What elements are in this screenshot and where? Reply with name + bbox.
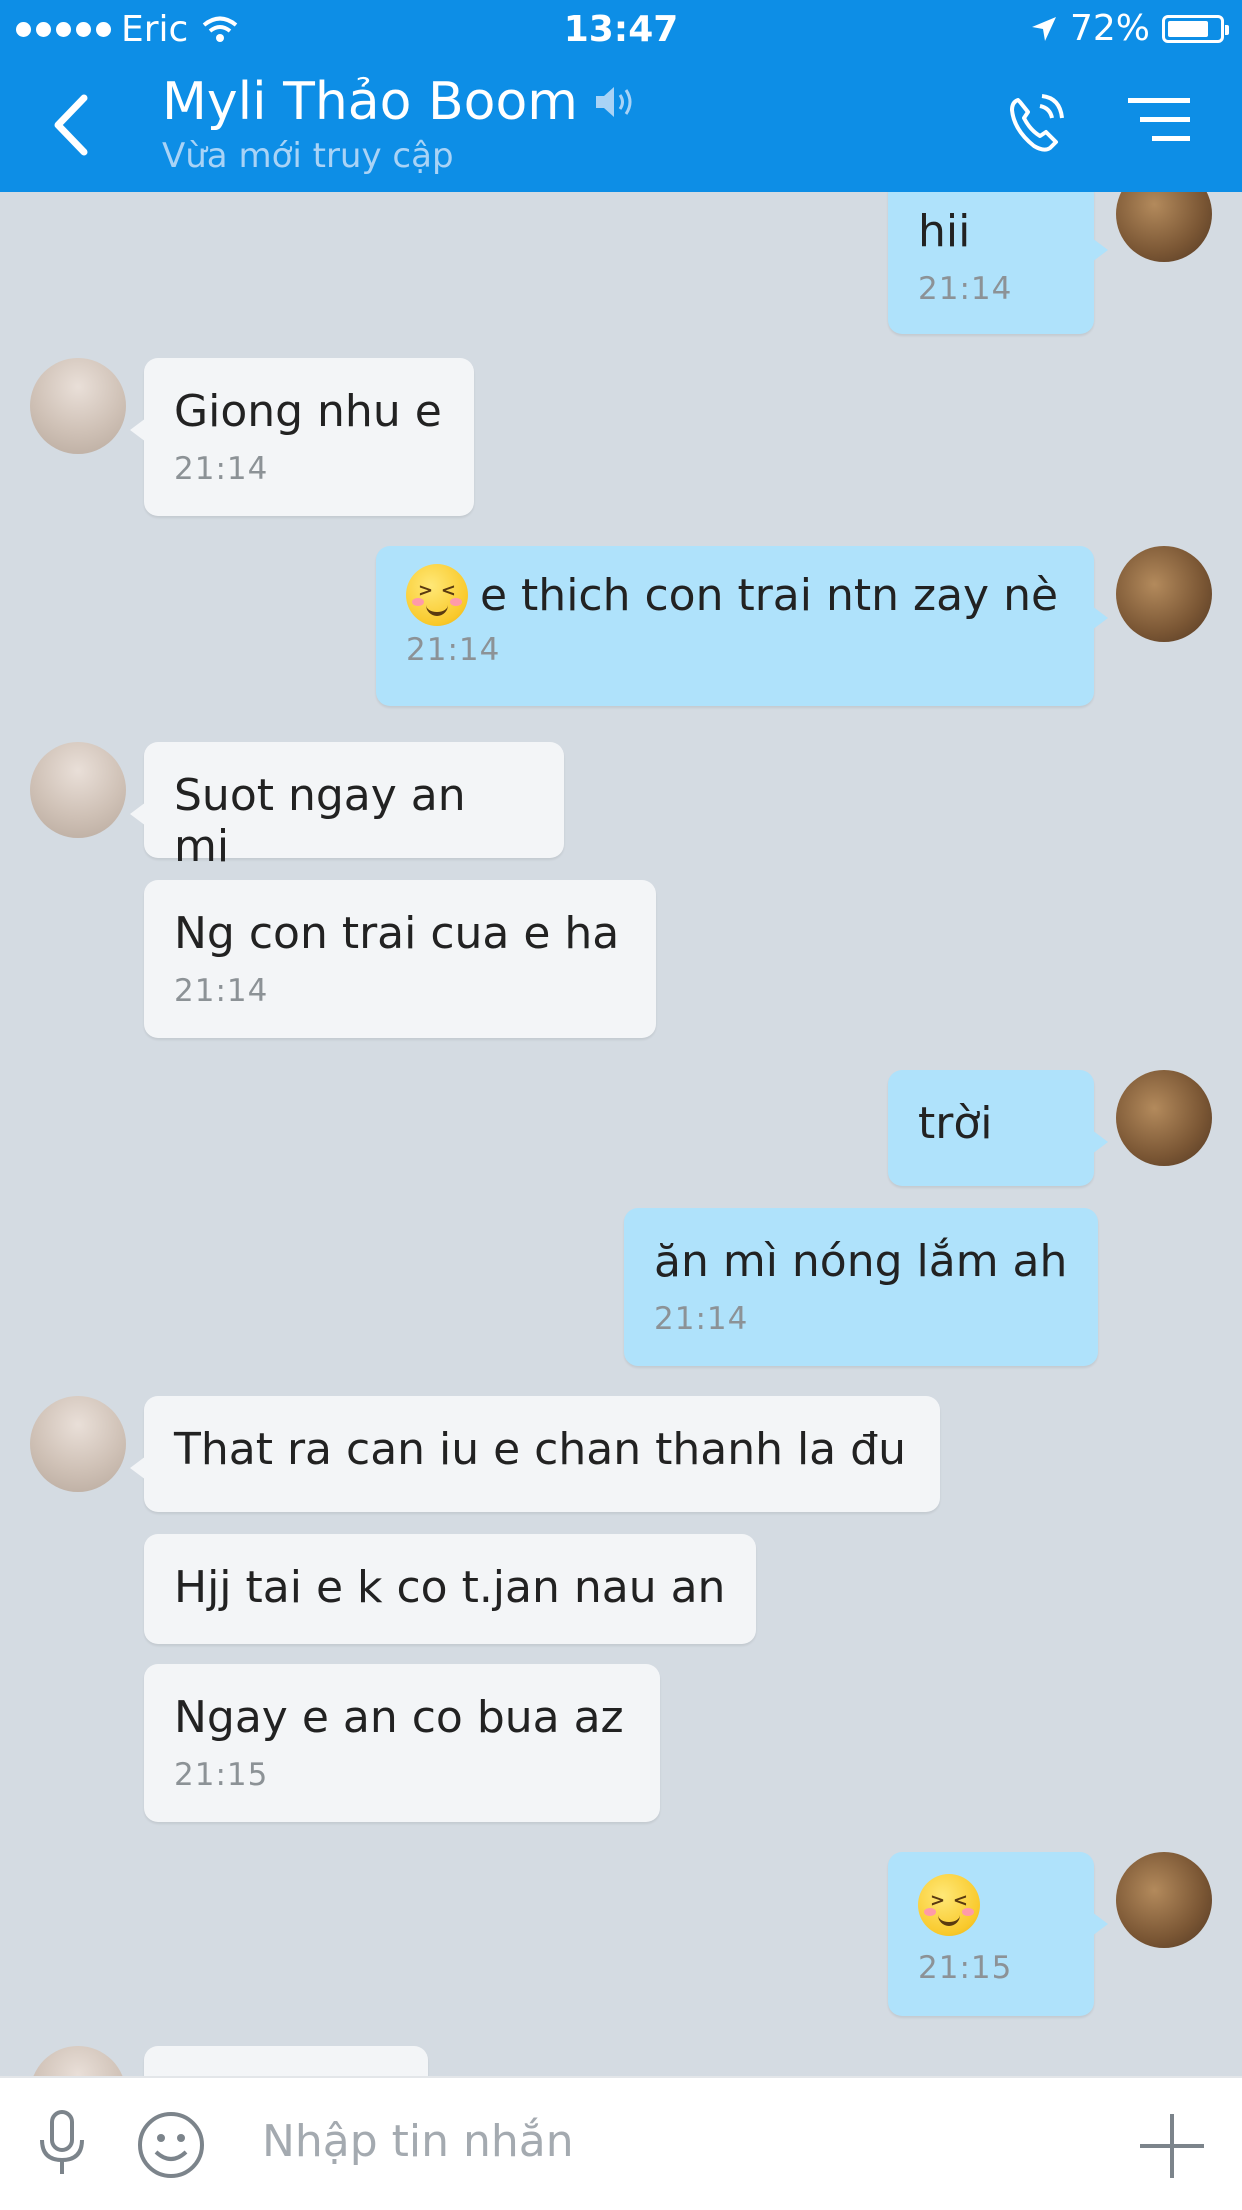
- contact-status: Vừa mới truy cập: [162, 136, 454, 176]
- contact-name: Myli Thảo Boom: [162, 72, 578, 132]
- message-time: 21:14: [654, 1301, 749, 1337]
- incoming-message: Giong nhu e 21:14: [130, 358, 474, 516]
- incoming-message: Hjj tai e k co t.jan nau an: [144, 1534, 756, 1644]
- laughing-face-emoji: > <: [918, 1874, 980, 1936]
- back-icon[interactable]: [44, 90, 104, 160]
- message-time: 21:14: [174, 451, 269, 487]
- chat-header: Myli Thảo Boom Vừa mới truy cập: [0, 60, 1242, 192]
- battery-icon: [1162, 14, 1229, 43]
- message-text: That ra can iu e chan thanh la đu: [174, 1424, 906, 1475]
- message-text: Giong nhu e: [174, 386, 442, 437]
- message-text: hii: [918, 206, 971, 257]
- message-time: 21:14: [174, 973, 269, 1009]
- contact-avatar[interactable]: [30, 2046, 126, 2076]
- call-icon[interactable]: [1004, 90, 1068, 158]
- message-text: e thich con trai ntn zay nè: [480, 569, 1059, 621]
- outgoing-message: > < e thich con trai ntn zay nè 21:14: [376, 546, 1108, 706]
- message-text: Hjj tai e k co t.jan nau an: [174, 1562, 726, 1613]
- outgoing-message: ăn mì nóng lắm ah 21:14: [624, 1208, 1098, 1366]
- message-text: Ng con trai cua e ha: [174, 908, 620, 959]
- incoming-message: Ngay e an co bua az 21:15: [144, 1664, 660, 1822]
- incoming-message: Suot ngay an mi: [130, 742, 564, 872]
- speaker-icon: [595, 87, 632, 117]
- message-text: Suot ngay an mi: [174, 770, 466, 872]
- status-bar: Eric 13:47 72%: [0, 0, 1242, 60]
- my-avatar[interactable]: [1116, 192, 1212, 262]
- message-time: 21:15: [918, 1950, 1013, 1986]
- incoming-message: [144, 2046, 428, 2076]
- battery-percent: 72%: [1069, 8, 1150, 49]
- microphone-icon[interactable]: [36, 2108, 88, 2180]
- contact-avatar[interactable]: [30, 742, 126, 838]
- contact-avatar[interactable]: [30, 1396, 126, 1492]
- message-time: 21:14: [406, 632, 501, 668]
- message-text: trời: [918, 1098, 993, 1149]
- message-text: Ngay e an co bua az: [174, 1692, 624, 1743]
- contact-info[interactable]: Myli Thảo Boom Vừa mới truy cập: [162, 72, 640, 176]
- message-list[interactable]: hii 21:14 Giong nhu e 21:14 > < e thich c…: [0, 192, 1242, 2076]
- message-time: 21:15: [174, 1757, 269, 1793]
- message-text: ăn mì nóng lắm ah: [654, 1236, 1068, 1287]
- laughing-face-emoji: > <: [406, 564, 468, 626]
- message-input[interactable]: Nhập tin nhắn: [262, 2116, 574, 2167]
- emoji-icon[interactable]: [136, 2110, 206, 2180]
- my-avatar[interactable]: [1116, 1852, 1212, 1948]
- outgoing-message: > < 21:15: [888, 1852, 1108, 2016]
- outgoing-message: hii 21:14: [888, 192, 1108, 334]
- my-avatar[interactable]: [1116, 1070, 1212, 1166]
- message-input-bar: Nhập tin nhắn: [0, 2076, 1242, 2210]
- incoming-message: Ng con trai cua e ha 21:14: [144, 880, 656, 1038]
- add-icon[interactable]: [1138, 2112, 1206, 2180]
- contact-avatar[interactable]: [30, 358, 126, 454]
- outgoing-message: trời: [888, 1070, 1108, 1186]
- message-time: 21:14: [918, 271, 1013, 307]
- location-arrow-icon: [1031, 16, 1056, 41]
- incoming-message: That ra can iu e chan thanh la đu: [130, 1396, 940, 1512]
- my-avatar[interactable]: [1116, 546, 1212, 642]
- menu-icon[interactable]: [1124, 90, 1194, 150]
